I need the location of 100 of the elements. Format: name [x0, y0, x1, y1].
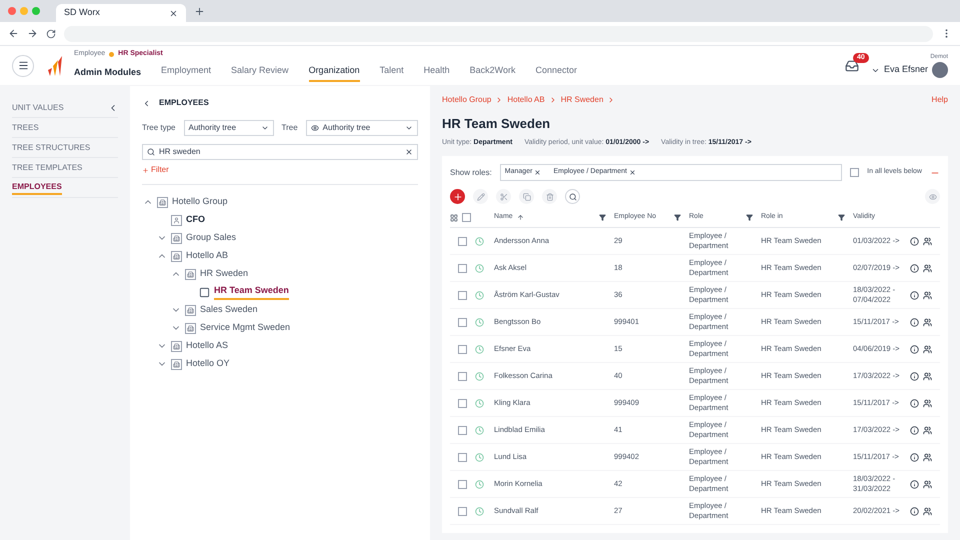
- remove-icon[interactable]: [628, 169, 636, 176]
- filter-icon[interactable]: [599, 214, 606, 221]
- search-field[interactable]: HR sweden: [142, 144, 418, 160]
- nav-tab[interactable]: Connector: [536, 64, 578, 82]
- info-icon[interactable]: [910, 452, 919, 462]
- nav-tab[interactable]: Health: [424, 64, 450, 82]
- tree-item[interactable]: HR Sweden: [200, 267, 248, 281]
- clock-icon: [475, 426, 484, 434]
- breadcrumb-link[interactable]: Hotello AB: [507, 94, 545, 106]
- back-icon[interactable]: [142, 98, 151, 108]
- delete-button[interactable]: [542, 189, 557, 204]
- select-all-checkbox[interactable]: [462, 213, 471, 222]
- add-button[interactable]: [450, 189, 465, 204]
- clock-icon: [475, 290, 484, 300]
- filter-icon[interactable]: [838, 214, 845, 221]
- tree-item[interactable]: Hotello OY: [186, 357, 230, 371]
- breadcrumb-link[interactable]: HR Sweden: [560, 94, 604, 106]
- info-icon[interactable]: [910, 344, 919, 354]
- people-icon[interactable]: [923, 452, 932, 462]
- row-checkbox[interactable]: [458, 236, 467, 246]
- people-icon[interactable]: [923, 344, 932, 354]
- unit-title: HR Team Sweden: [442, 115, 552, 133]
- info-icon[interactable]: [910, 480, 919, 488]
- org-unit-icon: [185, 304, 196, 316]
- forward-icon[interactable]: [27, 28, 38, 39]
- people-icon[interactable]: [923, 480, 932, 488]
- clear-icon[interactable]: [405, 148, 413, 156]
- tree-item[interactable]: Hotello Group: [172, 195, 228, 209]
- row-checkbox[interactable]: [458, 264, 467, 272]
- people-icon[interactable]: [923, 372, 932, 380]
- tree-item[interactable]: Hotello AS: [186, 339, 228, 353]
- info-icon[interactable]: [910, 264, 919, 272]
- help-link[interactable]: Help: [932, 94, 948, 106]
- remove-icon[interactable]: [534, 169, 542, 176]
- org-unit-icon: [185, 268, 196, 280]
- sidebar-item[interactable]: EMPLOYEES: [12, 180, 62, 194]
- nav-tab[interactable]: Organization: [308, 64, 360, 82]
- row-checkbox[interactable]: [458, 506, 467, 516]
- avatar[interactable]: [932, 62, 948, 78]
- nav-tab[interactable]: Back2Work: [470, 64, 516, 82]
- sort-icon[interactable]: [516, 214, 524, 221]
- row-checkbox[interactable]: [458, 452, 467, 462]
- tree-item[interactable]: Service Mgmt Sweden: [200, 321, 290, 335]
- columns-icon[interactable]: [450, 214, 458, 222]
- nav-tab[interactable]: Salary Review: [231, 64, 289, 82]
- tree-item[interactable]: CFO: [186, 213, 205, 227]
- info-icon[interactable]: [910, 426, 919, 434]
- clock-icon: [475, 344, 484, 354]
- copy-button[interactable]: [519, 189, 534, 204]
- checkbox[interactable]: [850, 168, 860, 177]
- org-unit-icon: [171, 358, 182, 370]
- nav-tab[interactable]: Employment: [161, 64, 212, 82]
- filter-icon[interactable]: [674, 214, 681, 221]
- row-checkbox[interactable]: [458, 480, 467, 488]
- people-icon[interactable]: [923, 318, 932, 326]
- menu-button[interactable]: [12, 54, 34, 76]
- info-icon[interactable]: [910, 290, 919, 300]
- nav-tab[interactable]: Talent: [380, 64, 404, 82]
- row-checkbox[interactable]: [458, 318, 467, 326]
- filter-icon[interactable]: [746, 214, 753, 221]
- row-checkbox[interactable]: [458, 426, 467, 434]
- row-checkbox[interactable]: [458, 290, 467, 300]
- filter-link[interactable]: Filter: [142, 164, 418, 176]
- tree-item[interactable]: Group Sales: [186, 231, 236, 245]
- info-icon[interactable]: [910, 318, 919, 326]
- sidebar-item[interactable]: UNIT VALUES: [12, 102, 64, 114]
- sidebar-item[interactable]: TREES: [12, 122, 39, 134]
- people-icon[interactable]: [923, 506, 932, 516]
- search-button[interactable]: [565, 189, 580, 204]
- row-checkbox[interactable]: [458, 344, 467, 354]
- info-icon[interactable]: [910, 236, 919, 246]
- org-unit-icon: [185, 322, 196, 334]
- inbox-icon[interactable]: [844, 58, 859, 72]
- tree-item[interactable]: HR Team Sweden: [214, 284, 289, 300]
- tree-item[interactable]: Sales Sweden: [200, 303, 258, 317]
- user-name[interactable]: Eva Efsner: [884, 63, 928, 77]
- cut-button[interactable]: [496, 189, 511, 204]
- person-icon: [171, 214, 182, 226]
- sidebar-item[interactable]: TREE STRUCTURES: [12, 142, 90, 154]
- back-icon[interactable]: [8, 28, 19, 39]
- breadcrumb-link[interactable]: Hotello Group: [442, 94, 492, 106]
- tree-item[interactable]: Hotello AB: [186, 249, 228, 263]
- reload-icon[interactable]: [46, 28, 56, 38]
- people-icon[interactable]: [923, 236, 932, 246]
- sidebar-item[interactable]: TREE TEMPLATES: [12, 162, 82, 174]
- tree-select[interactable]: Authority tree: [306, 120, 418, 136]
- info-icon[interactable]: [910, 506, 919, 516]
- info-icon[interactable]: [910, 398, 919, 408]
- people-icon[interactable]: [923, 426, 932, 434]
- tree-type-select[interactable]: Authority tree: [184, 120, 274, 136]
- eye-icon: [928, 192, 936, 200]
- row-checkbox[interactable]: [458, 398, 467, 408]
- people-icon[interactable]: [923, 264, 932, 272]
- new-tab-icon[interactable]: [194, 6, 205, 16]
- people-icon[interactable]: [923, 398, 932, 408]
- close-icon[interactable]: [169, 8, 178, 18]
- people-icon[interactable]: [923, 290, 932, 300]
- browser-tab[interactable]: SD Worx: [56, 4, 186, 22]
- info-icon[interactable]: [910, 372, 919, 380]
- row-checkbox[interactable]: [458, 372, 467, 380]
